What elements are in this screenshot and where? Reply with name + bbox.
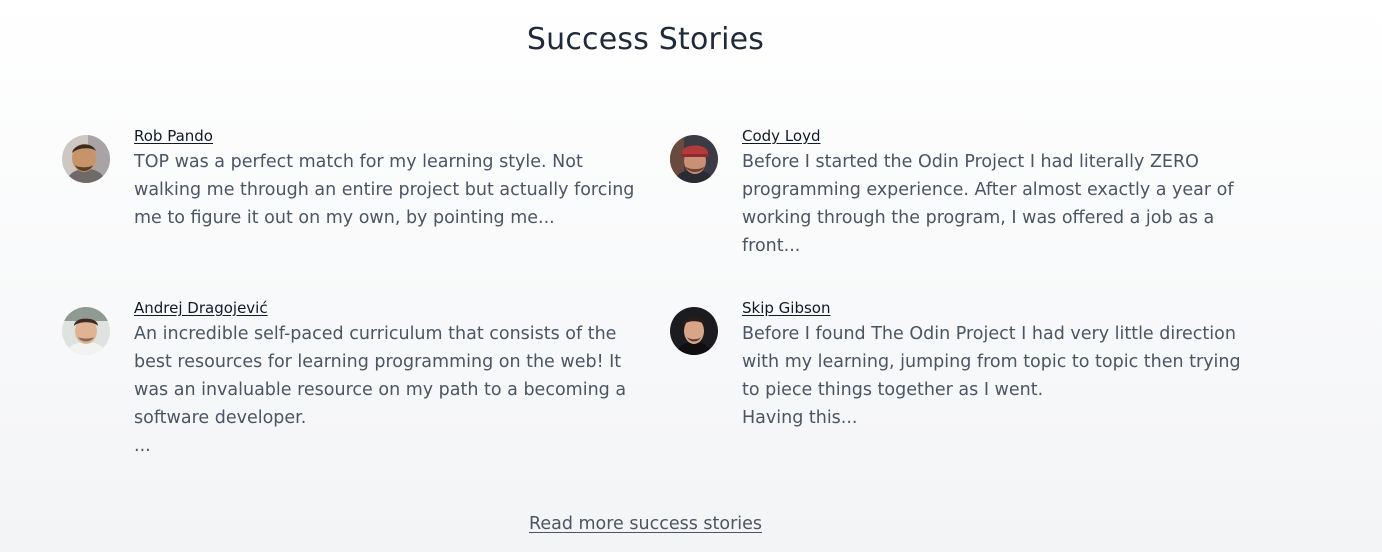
story-excerpt: An incredible self-paced curriculum that… [134, 324, 627, 456]
story-author-link[interactable]: Andrej Dragojević [134, 298, 268, 318]
read-more-container: Read more success stories [0, 512, 1291, 536]
read-more-link[interactable]: Read more success stories [529, 514, 762, 534]
avatar [670, 135, 718, 183]
story-card: Skip Gibson Before I found The Odin Proj… [670, 296, 1257, 432]
avatar [62, 307, 110, 355]
story-excerpt: TOP was a perfect match for my learning … [134, 152, 635, 228]
section-title: Success Stories [526, 22, 765, 57]
story-card: Cody Loyd Before I started the Odin Proj… [670, 124, 1257, 260]
story-card: Rob Pando TOP was a perfect match for my… [62, 124, 649, 232]
story-card: Andrej Dragojević An incredible self-pac… [62, 296, 649, 460]
story-excerpt: Before I found The Odin Project I had ve… [742, 324, 1241, 428]
avatar [670, 307, 718, 355]
story-excerpt: Before I started the Odin Project I had … [742, 152, 1234, 256]
story-author-link[interactable]: Rob Pando [134, 126, 213, 146]
story-author-link[interactable]: Cody Loyd [742, 126, 821, 146]
avatar [62, 135, 110, 183]
story-author-link[interactable]: Skip Gibson [742, 298, 830, 318]
